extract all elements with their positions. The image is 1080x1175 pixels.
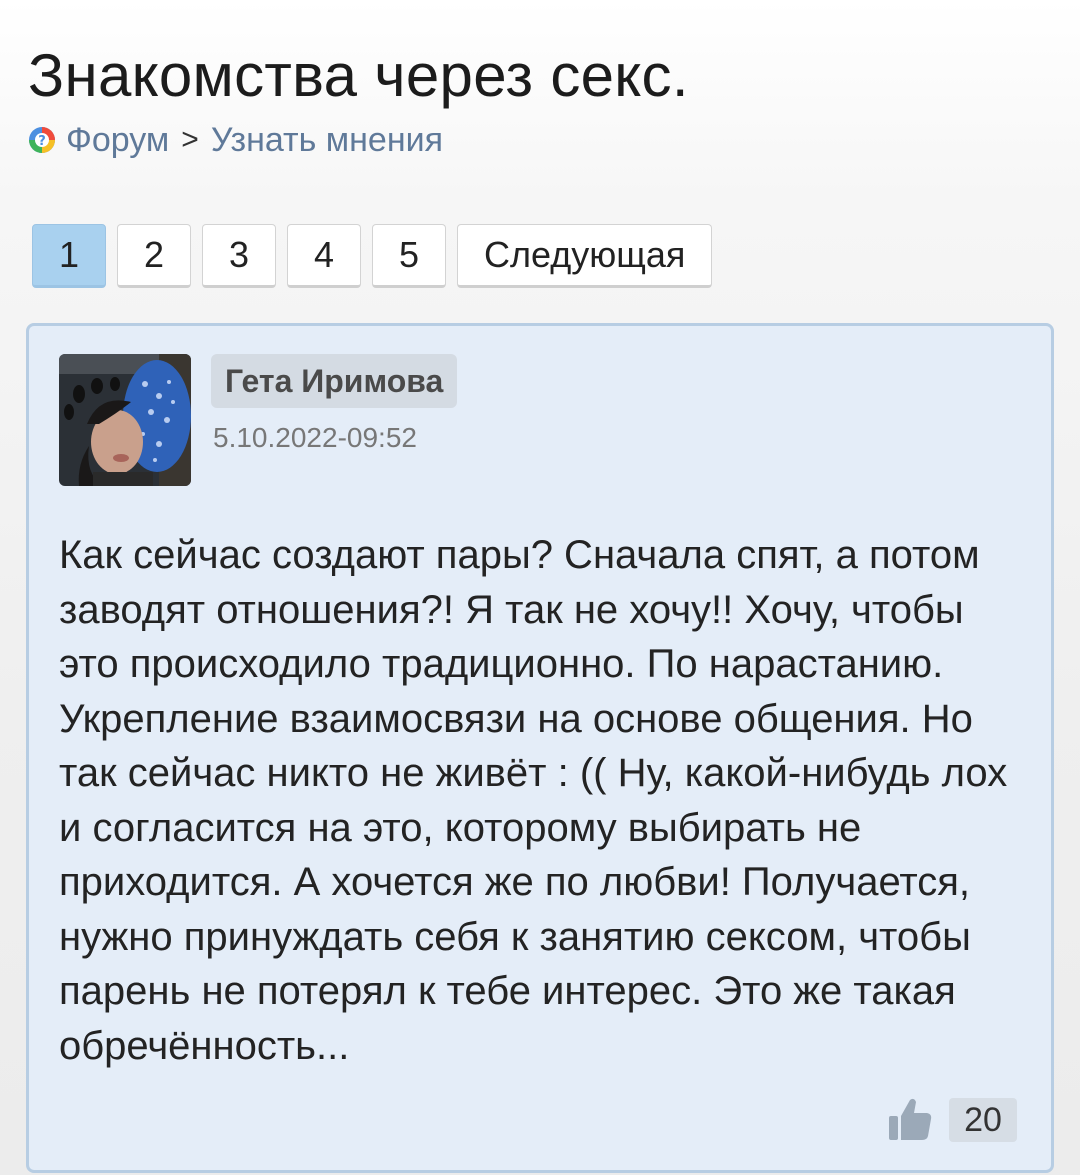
- avatar-image: [59, 354, 191, 486]
- next-page-button[interactable]: Следующая: [457, 224, 713, 288]
- page-button-3[interactable]: 3: [202, 224, 276, 288]
- page-button-2[interactable]: 2: [117, 224, 191, 288]
- breadcrumb: ? Форум > Узнать мнения: [28, 118, 443, 162]
- author-name[interactable]: Гета Иримова: [211, 354, 458, 408]
- avatar[interactable]: [59, 354, 191, 486]
- breadcrumb-separator: >: [181, 123, 199, 156]
- post-text: Как сейчас создают пары? Сначала спят, а…: [59, 533, 1008, 1068]
- page-button-1[interactable]: 1: [32, 224, 106, 288]
- post-date: 5.10.2022-09:52: [213, 422, 417, 453]
- thumbs-up-icon[interactable]: [887, 1096, 933, 1142]
- breadcrumb-section-link[interactable]: Узнать мнения: [211, 121, 443, 160]
- breadcrumb-forum-link[interactable]: Форум: [66, 121, 169, 160]
- page-title: Знакомства через секс.: [28, 42, 689, 109]
- page-button-5[interactable]: 5: [372, 224, 446, 288]
- forum-post: Гета Иримова 5.10.2022-09:52 Как сейчас …: [26, 323, 1054, 1173]
- like-count: 20: [949, 1098, 1017, 1142]
- svg-text:?: ?: [38, 134, 46, 149]
- page-button-4[interactable]: 4: [287, 224, 361, 288]
- forum-logo-icon: ?: [29, 127, 55, 153]
- pagination: 1 2 3 4 5 Следующая: [32, 224, 713, 288]
